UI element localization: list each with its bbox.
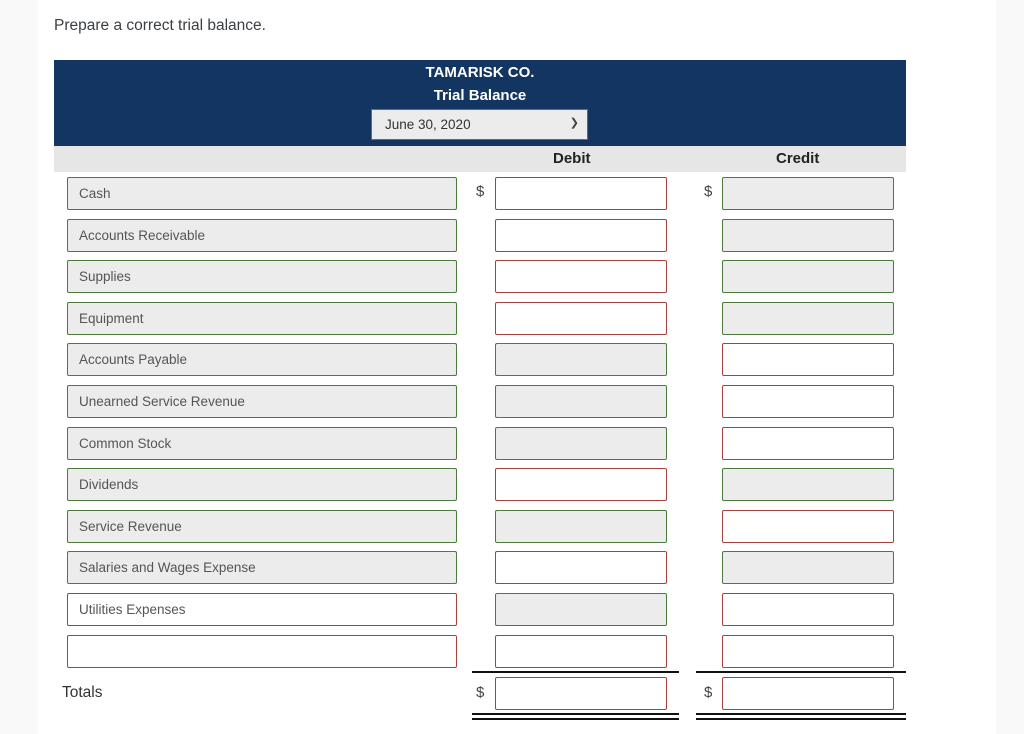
debit-input[interactable] (495, 509, 667, 543)
credit-input[interactable] (722, 260, 894, 294)
page-content: Prepare a correct trial balance. TAMARIS… (38, 0, 996, 734)
table-row: Salaries and Wages Expense (38, 551, 996, 585)
table-row: Unearned Service Revenue (38, 385, 996, 419)
account-name-input[interactable] (67, 634, 457, 668)
table-row (38, 634, 996, 669)
date-select[interactable]: June 30, 2020 ❯ (371, 109, 588, 140)
statement-title: Trial Balance (433, 87, 527, 104)
debit-column-header: Debit (553, 150, 591, 167)
account-name-input[interactable]: Accounts Payable (67, 343, 457, 377)
table-row: Supplies (38, 260, 996, 294)
debit-input[interactable] (495, 634, 667, 668)
date-select-value: June 30, 2020 (385, 117, 471, 132)
account-name-input[interactable]: Accounts Receivable (67, 218, 457, 252)
account-name-input[interactable]: Unearned Service Revenue (67, 385, 457, 418)
table-row: Dividends (38, 468, 996, 502)
statement-header: TAMARISK CO. Trial Balance June 30, 2020… (54, 60, 906, 146)
account-name-input[interactable]: Dividends (67, 468, 457, 502)
credit-column-header: Credit (776, 150, 820, 167)
credit-subtotal-line (696, 671, 906, 673)
debit-total-input[interactable] (495, 677, 667, 710)
account-name-input[interactable]: Common Stock (67, 426, 457, 460)
debit-input[interactable] (495, 260, 667, 294)
credit-currency: $ (704, 183, 713, 200)
totals-label: Totals (62, 684, 103, 701)
credit-input[interactable] (722, 634, 894, 668)
debit-total-double-line (472, 713, 679, 720)
credit-input[interactable] (722, 426, 894, 460)
account-name-input[interactable]: Utilities Expenses (67, 593, 457, 626)
debit-input[interactable] (495, 468, 667, 502)
debit-input[interactable] (495, 593, 667, 626)
credit-total-currency: $ (704, 684, 713, 701)
credit-input[interactable] (722, 343, 894, 377)
debit-input[interactable] (495, 551, 667, 585)
account-name-input[interactable]: Supplies (67, 260, 457, 294)
table-row: Cash $ $ (38, 177, 996, 211)
chevron-down-icon: ❯ (569, 117, 579, 129)
credit-input[interactable] (722, 301, 894, 335)
credit-input[interactable] (722, 468, 894, 502)
column-header-bar: Debit Credit (54, 146, 906, 172)
credit-total-double-line (696, 713, 906, 720)
account-name-input[interactable]: Service Revenue (67, 509, 457, 543)
credit-input[interactable] (722, 551, 894, 585)
question-prompt: Prepare a correct trial balance. (54, 17, 266, 34)
credit-input[interactable] (722, 593, 894, 626)
debit-input[interactable] (495, 177, 667, 210)
credit-total-input[interactable] (722, 677, 894, 710)
table-row: Common Stock (38, 426, 996, 461)
debit-currency: $ (476, 183, 485, 200)
table-row: Service Revenue (38, 509, 996, 544)
credit-input[interactable] (722, 509, 894, 543)
table-row: Equipment (38, 301, 996, 336)
debit-total-currency: $ (476, 684, 485, 701)
debit-input[interactable] (495, 426, 667, 460)
account-name-input[interactable]: Cash (67, 177, 457, 210)
debit-input[interactable] (495, 301, 667, 335)
account-name-input[interactable]: Equipment (67, 301, 457, 335)
debit-input[interactable] (495, 343, 667, 377)
table-row: Accounts Payable (38, 343, 996, 377)
debit-input[interactable] (495, 385, 667, 418)
debit-input[interactable] (495, 218, 667, 252)
credit-input[interactable] (722, 218, 894, 252)
debit-subtotal-line (472, 671, 679, 673)
credit-input[interactable] (722, 385, 894, 418)
credit-input[interactable] (722, 177, 894, 210)
account-name-input[interactable]: Salaries and Wages Expense (67, 551, 457, 585)
table-row: Utilities Expenses (38, 593, 996, 627)
company-name: TAMARISK CO. (425, 64, 535, 81)
table-row: Accounts Receivable (38, 218, 996, 253)
